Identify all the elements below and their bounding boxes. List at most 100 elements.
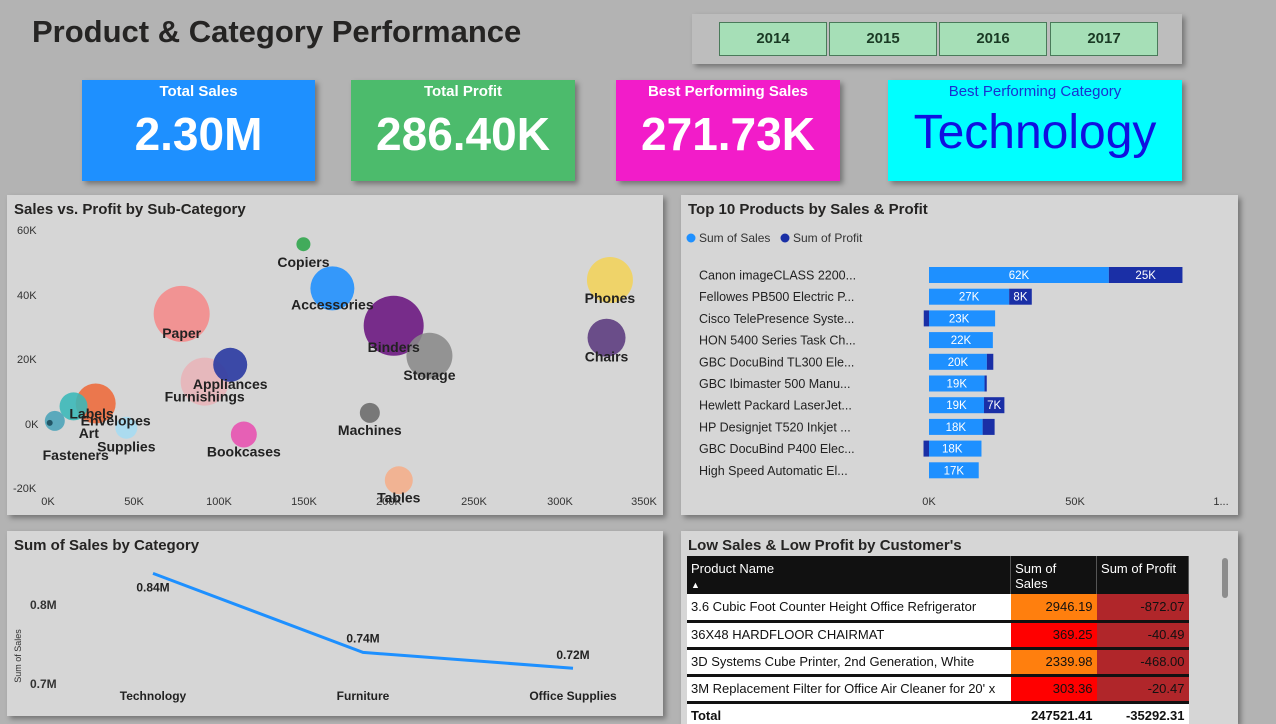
x-tick-label: 150K <box>291 496 317 508</box>
product-category-label: HON 5400 Series Task Ch... <box>699 334 856 348</box>
top-products-panel: Top 10 Products by Sales & Profit Sum of… <box>681 195 1238 515</box>
sales-cell: 303.36 <box>1010 675 1097 704</box>
x-tick-label: 250K <box>461 496 487 508</box>
profit-bar[interactable] <box>984 375 987 392</box>
scatter-label-labels: Labels <box>69 405 114 421</box>
legend-sales-marker <box>686 233 696 243</box>
scatter-label-bookcases: Bookcases <box>207 443 281 459</box>
total-label-cell: Total <box>687 702 1011 724</box>
x-tick-label: 1... <box>1213 496 1228 508</box>
line-data-label: 0.74M <box>346 631 379 645</box>
profit-cell: -40.49 <box>1096 621 1189 650</box>
sales-line[interactable] <box>152 571 574 670</box>
profit-bar[interactable] <box>923 310 929 327</box>
sales-value-label: 62K <box>1009 270 1030 282</box>
table-scrollbar[interactable] <box>1222 558 1228 598</box>
total-profit-value: 286.40K <box>376 108 550 160</box>
legend-profit-marker <box>780 233 790 243</box>
best-category-value: Technology <box>913 106 1157 159</box>
product-name-cell: 3.6 Cubic Foot Counter Height Office Ref… <box>687 594 1011 623</box>
sales-value-label: 18K <box>942 444 963 456</box>
profit-value-label: 7K <box>987 400 1001 412</box>
sales-value-label: 20K <box>948 357 969 369</box>
product-category-label: Cisco TelePresence Syste... <box>699 312 854 326</box>
scatter-chart: 60K 40K 20K 0K -20K 0K 50K 100K 150K 200… <box>13 225 658 508</box>
scatter-point-copiers[interactable] <box>296 237 311 252</box>
profit-cell: -872.07 <box>1096 594 1189 623</box>
page-title: Product & Category Performance <box>32 14 522 49</box>
sales-value-label: 27K <box>959 292 980 304</box>
y-tick-label: 60K <box>17 225 37 237</box>
scatter-label-fasteners: Fasteners <box>43 447 109 463</box>
sales-value-label: 18K <box>946 422 967 434</box>
table-row[interactable]: 3D Systems Cube Printer, 2nd Generation,… <box>687 648 1189 677</box>
total-sales-value: 2.30M <box>134 108 263 160</box>
best-category-card: Best Performing Category Technology <box>888 80 1182 181</box>
sales-value-label: 19K <box>947 379 968 391</box>
category-tick-label: Office Supplies <box>529 689 617 703</box>
profit-value-label: 25K <box>1135 270 1156 282</box>
legend-profit-label: Sum of Profit <box>793 231 863 245</box>
line-data-label: 0.84M <box>136 580 169 594</box>
column-header-sales[interactable]: Sum of Sales <box>1010 556 1098 594</box>
scatter-label-tables: Tables <box>377 489 421 505</box>
table-row[interactable]: 36X48 HARDFLOOR CHAIRMAT 369.25 -40.49 <box>687 621 1189 650</box>
total-profit-cell: -35292.31 <box>1096 702 1189 724</box>
y-tick-label: 0.8M <box>30 598 57 612</box>
profit-bar[interactable] <box>982 418 995 435</box>
sales-value-label: 19K <box>946 400 967 412</box>
product-category-label: Fellowes PB500 Electric P... <box>699 290 854 304</box>
scatter-panel: Sales vs. Profit by Sub-Category 60K 40K… <box>7 195 663 515</box>
scatter-label-art: Art <box>79 425 100 441</box>
year-2014-button[interactable]: 2014 <box>719 22 827 56</box>
low-sales-table: Product Name ▲ Sum of Sales Sum of Profit… <box>687 556 1189 724</box>
product-category-label: GBC DocuBind TL300 Ele... <box>699 355 854 369</box>
product-category-label: GBC DocuBind P400 Elec... <box>699 442 855 456</box>
low-sales-title: Low Sales & Low Profit by Customer's <box>688 537 962 554</box>
y-tick-label: -20K <box>13 483 37 495</box>
y-tick-label: 0K <box>25 419 39 431</box>
best-sales-label: Best Performing Sales <box>647 83 809 100</box>
column-header-label: Product Name <box>691 561 775 576</box>
table-row[interactable]: 3M Replacement Filter for Office Air Cle… <box>687 675 1189 704</box>
column-header-product[interactable]: Product Name ▲ <box>687 556 1012 594</box>
scatter-label-paper: Paper <box>162 325 201 341</box>
column-header-profit[interactable]: Sum of Profit <box>1096 556 1189 594</box>
scatter-label-binders: Binders <box>368 339 420 355</box>
sort-ascending-icon: ▲ <box>691 580 700 590</box>
scatter-label-accessories: Accessories <box>291 296 374 312</box>
product-name-cell: 3D Systems Cube Printer, 2nd Generation,… <box>687 648 1011 677</box>
scatter-label-machines: Machines <box>338 422 402 438</box>
profit-bar[interactable] <box>923 440 929 457</box>
total-sales-card: Total Sales 2.30M <box>82 80 315 181</box>
category-sales-panel: Sum of Sales by Category Sum of Sales 0.… <box>7 531 663 716</box>
scatter-point-machines[interactable] <box>359 402 380 423</box>
year-2015-button[interactable]: 2015 <box>829 22 937 56</box>
category-tick-label: Furniture <box>337 689 390 703</box>
sales-value-label: 23K <box>949 313 970 325</box>
profit-cell: -468.00 <box>1096 648 1189 677</box>
year-2016-button[interactable]: 2016 <box>939 22 1047 56</box>
product-name-cell: 3M Replacement Filter for Office Air Cle… <box>687 675 1011 704</box>
category-sales-chart: Sum of Sales 0.8M 0.7M 0.84M Technology 0.… <box>13 571 617 703</box>
year-2017-button[interactable]: 2017 <box>1050 22 1158 56</box>
x-tick-label: 350K <box>631 496 657 508</box>
y-axis-label: Sum of Sales <box>13 629 23 683</box>
product-category-label: GBC Ibimaster 500 Manu... <box>699 377 850 391</box>
sales-value-label: 17K <box>944 465 965 477</box>
legend-sales-label: Sum of Sales <box>699 231 770 245</box>
total-sales-label: Total Sales <box>159 83 238 100</box>
line-data-label: 0.72M <box>556 648 589 662</box>
x-tick-label: 50K <box>1065 496 1085 508</box>
best-sales-value: 271.73K <box>641 108 815 160</box>
scatter-point-fasteners[interactable] <box>46 419 53 426</box>
sales-cell: 2339.98 <box>1010 648 1097 677</box>
table-row[interactable]: 3.6 Cubic Foot Counter Height Office Ref… <box>687 594 1189 623</box>
total-row: Total 247521.41 -35292.31 <box>687 702 1189 724</box>
product-category-label: HP Designjet T520 Inkjet ... <box>699 420 851 434</box>
sales-cell: 2946.19 <box>1010 594 1097 623</box>
best-category-label: Best Performing Category <box>948 83 1122 100</box>
profit-bar[interactable] <box>986 353 994 370</box>
best-sales-card: Best Performing Sales 271.73K <box>616 80 840 181</box>
y-tick-label: 20K <box>17 354 37 366</box>
